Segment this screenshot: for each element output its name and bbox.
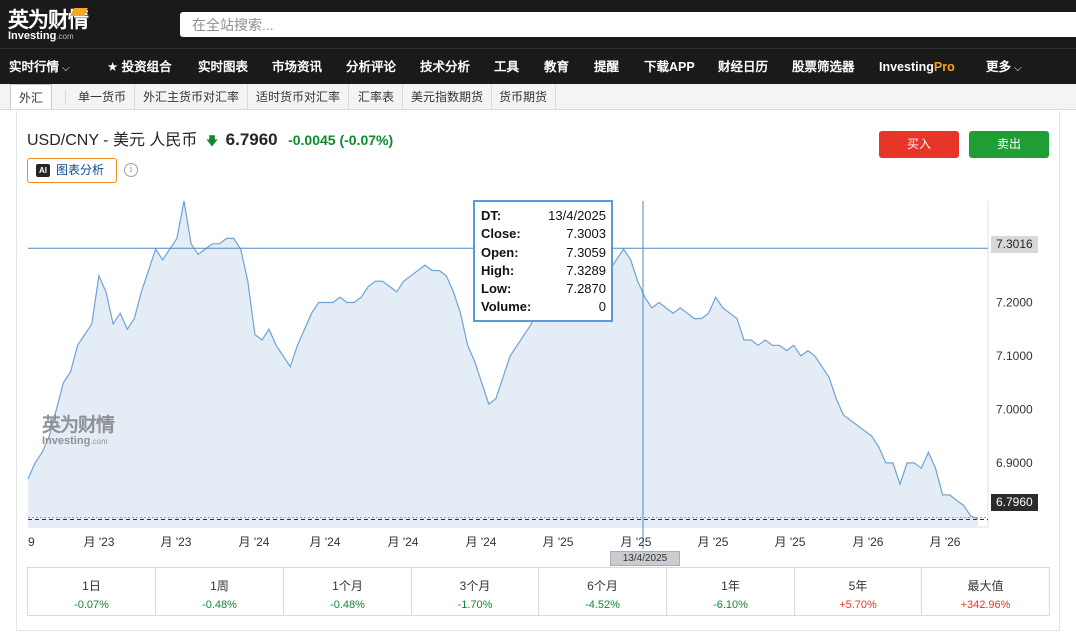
perf-period-1y[interactable]: 1年 -6.10% (667, 568, 795, 615)
x-tick-label: 月 '24 (239, 535, 270, 549)
x-tick-label: 月 '24 (466, 535, 497, 549)
chart-watermark-logo: 英为财情 Investing.com (42, 410, 115, 447)
perf-period-1d[interactable]: 1日 -0.07% (28, 568, 156, 615)
watermark-chinese-text: 英为财情 (42, 414, 115, 436)
ohlc-tooltip: DT: 13/4/2025 Close: 7.3003 Open: 7.3059 Hi… (473, 200, 613, 322)
y-tick-label: 6.9000 (996, 456, 1033, 470)
price-chart[interactable]: 7.2000 7.1000 7.0000 6.9000 9 月 '23 月 '23 月 '24… (0, 0, 1076, 644)
y-tick-label: 7.0000 (996, 402, 1033, 416)
x-tick-label: 月 '25 (621, 535, 652, 549)
watermark-english-text: Investing.com (42, 435, 108, 447)
crosshair-date-tag: 13/4/2025 (610, 551, 680, 566)
perf-period-6m[interactable]: 6个月 -4.52% (539, 568, 667, 615)
y-tick-label: 7.2000 (996, 296, 1033, 310)
perf-period-5y[interactable]: 5年 +5.70% (795, 568, 922, 615)
y-tick-label: 7.1000 (996, 349, 1033, 363)
x-tick-label: 月 '23 (161, 535, 192, 549)
perf-period-max[interactable]: 最大值 +342.96% (922, 568, 1049, 615)
perf-period-1m[interactable]: 1个月 -0.48% (284, 568, 412, 615)
perf-period-1w[interactable]: 1周 -0.48% (156, 568, 284, 615)
x-tick-label: 月 '24 (388, 535, 419, 549)
x-tick-label: 月 '26 (853, 535, 884, 549)
last-price-tag: 6.7960 (991, 494, 1038, 511)
tooltip-row: Open: 7.3059 (481, 244, 606, 260)
x-tick-label: 月 '23 (84, 535, 115, 549)
tooltip-row: Close: 7.3003 (481, 226, 606, 242)
x-tick-label: 9 (28, 535, 35, 549)
x-tick-label: 月 '26 (930, 535, 961, 549)
tooltip-row: Volume: 0 (481, 299, 606, 315)
tooltip-row: High: 7.3289 (481, 262, 606, 278)
perf-period-3m[interactable]: 3个月 -1.70% (412, 568, 539, 615)
x-tick-label: 月 '25 (775, 535, 806, 549)
x-tick-label: 月 '25 (698, 535, 729, 549)
x-tick-label: 月 '24 (310, 535, 341, 549)
tooltip-row: Low: 7.2870 (481, 281, 606, 297)
x-tick-label: 月 '25 (543, 535, 574, 549)
performance-strip: 1日 -0.07% 1周 -0.48% 1个月 -0.48% 3个月 -1.70% 6个… (27, 567, 1050, 616)
tooltip-row: DT: 13/4/2025 (481, 208, 606, 223)
crosshair-price-tag: 7.3016 (991, 236, 1038, 253)
